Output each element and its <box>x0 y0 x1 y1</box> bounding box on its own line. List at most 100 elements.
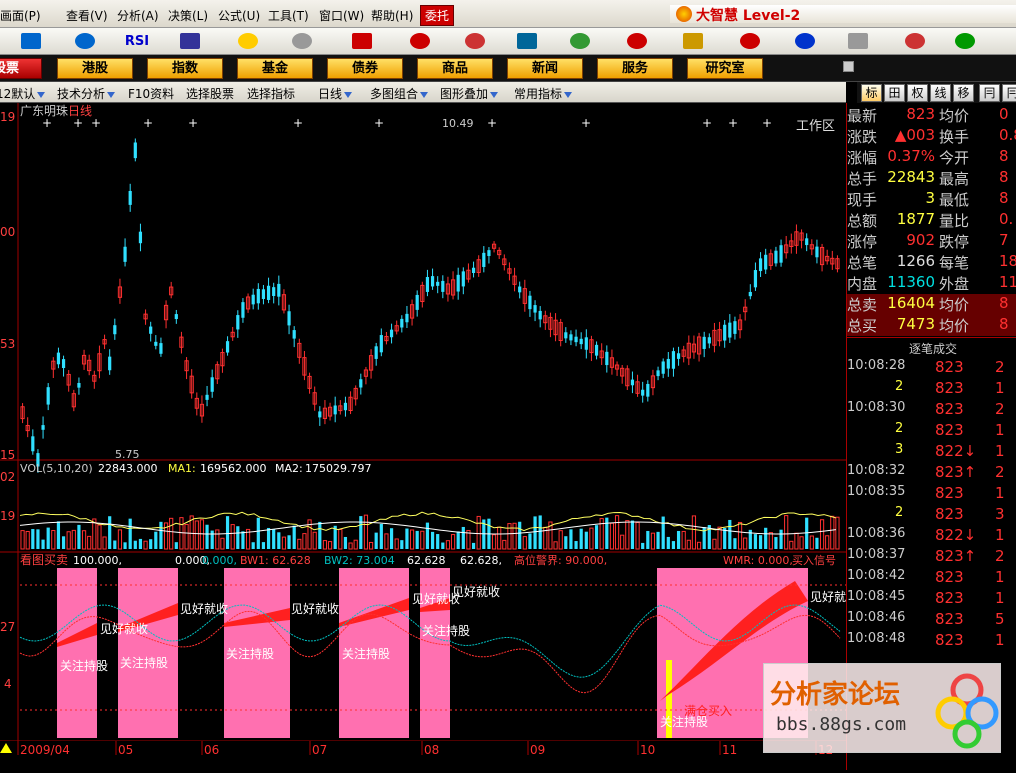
menu-item-screen[interactable]: 画面(P) <box>0 7 41 24</box>
candle-body <box>287 311 291 326</box>
volume-bar <box>425 522 430 549</box>
quote-value: 16404 <box>887 294 935 312</box>
dollar-icon[interactable] <box>347 30 377 52</box>
table-icon[interactable] <box>175 30 205 52</box>
candle-body <box>605 351 609 366</box>
bell-icon[interactable] <box>565 30 595 52</box>
volume-bar <box>789 540 794 550</box>
rtab-layout-a[interactable]: 冃 <box>979 84 1000 102</box>
kline-chart-svg[interactable]: + + + + + + + + + + + + 广东明珠 日线 19 00 53 15 10.49 5… <box>0 103 858 770</box>
window-icon[interactable] <box>900 30 930 52</box>
swirl-icon[interactable] <box>735 30 765 52</box>
candle-body <box>138 231 143 244</box>
signal-star-icon: + <box>188 116 198 130</box>
workarea-dropdown-icon[interactable] <box>843 61 854 72</box>
nav-fund[interactable]: 基金 <box>237 58 313 79</box>
volume-bar <box>450 534 456 550</box>
volume-bar <box>123 542 127 549</box>
tick-volume: 2 <box>995 358 1005 376</box>
rtab-mark[interactable]: 标 <box>861 84 882 102</box>
volume-bar <box>256 517 260 549</box>
kline-icon[interactable] <box>16 30 46 52</box>
quote-label: 涨跌 <box>847 128 878 146</box>
rtab-grid[interactable]: 田 <box>884 84 905 102</box>
bars-icon[interactable] <box>460 30 490 52</box>
nav-stocks[interactable]: 股票 <box>0 58 42 79</box>
ma1-label: MA1: <box>168 462 196 475</box>
tab-default-label: 12默认 <box>0 87 36 101</box>
candle-body <box>584 337 588 350</box>
candle-body <box>256 288 260 304</box>
tab-select-stock[interactable]: 选择股票 <box>186 85 234 102</box>
nav-service[interactable]: 服务 <box>597 58 673 79</box>
candle-body <box>154 341 158 346</box>
candle-body <box>569 334 573 341</box>
tab-overlay[interactable]: 图形叠加 <box>440 85 499 102</box>
volume-bar <box>318 521 322 549</box>
tab-default[interactable]: 12默认 <box>0 85 46 102</box>
books-icon[interactable] <box>950 30 980 52</box>
globe-icon[interactable] <box>790 30 820 52</box>
rtab-move[interactable]: 移 <box>953 84 974 102</box>
plus-icon[interactable] <box>233 30 263 52</box>
volume-bar <box>507 523 512 550</box>
candle-body <box>374 346 378 359</box>
candle-body <box>774 250 778 264</box>
menu-item-help[interactable]: 帮助(H) <box>371 7 413 24</box>
chart-icon[interactable] <box>70 30 100 52</box>
nav-news[interactable]: 新闻 <box>507 58 583 79</box>
binoculars-icon[interactable] <box>512 30 542 52</box>
tab-select-indicator[interactable]: 选择指标 <box>247 85 295 102</box>
diamond-icon[interactable] <box>678 30 708 52</box>
tick-time: 2 <box>895 379 904 394</box>
volume-bar <box>641 542 645 549</box>
nav-bond[interactable]: 债券 <box>327 58 403 79</box>
tab-daily[interactable]: 日线 <box>318 85 353 102</box>
rtab-rights[interactable]: 权 <box>907 84 928 102</box>
candle-body <box>764 254 768 270</box>
volume-bar <box>25 530 30 550</box>
menu-item-tools[interactable]: 工具(T) <box>268 7 309 24</box>
kline-chart-area[interactable]: + + + + + + + + + + + + 广东明珠 日线 19 00 53 15 10.49 5… <box>0 103 858 770</box>
quote-label-2: 每笔 <box>939 254 970 272</box>
tab-common-indicator[interactable]: 常用指标 <box>514 85 573 102</box>
volume-bar <box>179 517 184 550</box>
tab-multi-chart[interactable]: 多图组合 <box>370 85 429 102</box>
tick-time: 10:08:30 <box>847 400 906 415</box>
nav-commodity[interactable]: 商品 <box>417 58 493 79</box>
menu-item-view[interactable]: 查看(V) <box>66 7 108 24</box>
candle-body <box>241 302 245 318</box>
wmr-value: WMR: 0.000, <box>723 554 793 567</box>
tick-time: 10:08:28 <box>847 358 906 373</box>
candle-body <box>415 294 419 310</box>
volume-bar <box>584 531 588 549</box>
volume-bar <box>835 516 840 550</box>
volume-bar <box>758 535 763 549</box>
diamond-icon-glyph <box>683 33 703 49</box>
rtab-line[interactable]: 线 <box>930 84 951 102</box>
nav-research[interactable]: 研究室 <box>687 58 763 79</box>
tab-f10[interactable]: F10资料 <box>128 85 174 102</box>
menu-item-formula[interactable]: 公式(U) <box>218 7 260 24</box>
rsi-icon[interactable]: RSI <box>122 30 152 52</box>
eye-icon[interactable] <box>405 30 435 52</box>
volume-bar <box>353 539 358 550</box>
menu-item-analysis[interactable]: 分析(A) <box>117 7 159 24</box>
candle-body <box>748 291 752 297</box>
tick-price: 822↓ <box>935 442 977 460</box>
rtab-layout-b[interactable]: 冃 <box>1002 84 1016 102</box>
entrust-button[interactable]: 委托 <box>420 5 455 26</box>
see-good-annotation: 见好就收 <box>452 585 500 599</box>
tab-tech-analysis[interactable]: 技术分析 <box>57 85 116 102</box>
print-icon[interactable] <box>843 30 873 52</box>
volume-bar <box>553 541 558 550</box>
ruler-icon[interactable] <box>287 30 317 52</box>
volume-bar <box>696 541 702 550</box>
menu-item-window[interactable]: 窗口(W) <box>319 7 364 24</box>
nav-index[interactable]: 指数 <box>147 58 223 79</box>
quote-label: 内盘 <box>847 275 878 293</box>
menu-item-decision[interactable]: 决策(L) <box>168 7 208 24</box>
tick-row: 10:08:32 823↑ 2 <box>847 463 1016 484</box>
pen-icon[interactable] <box>622 30 652 52</box>
nav-hk-stocks[interactable]: 港股 <box>57 58 133 79</box>
